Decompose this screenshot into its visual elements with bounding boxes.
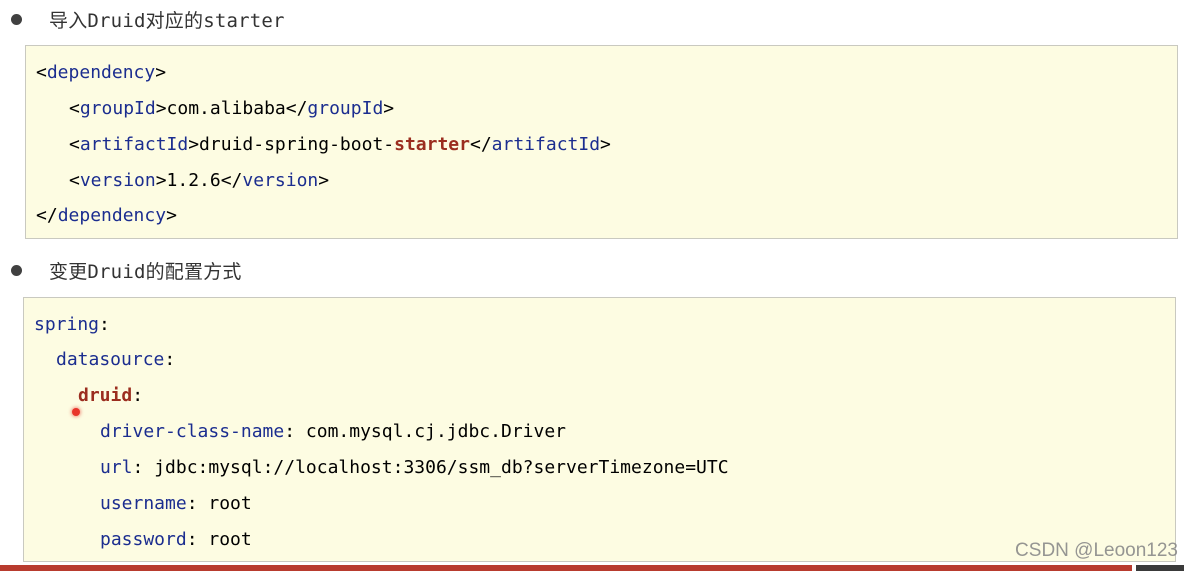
section-heading: 变更Druid的配置方式 xyxy=(49,260,242,283)
code-line: <artifactId>druid-spring-boot-starter</a… xyxy=(69,134,611,155)
code-line: password: root xyxy=(100,529,252,550)
code-block-yaml-config: spring: datasource: druid: driver-class-… xyxy=(23,297,1176,562)
watermark: CSDN @Leoon123 xyxy=(1015,540,1178,561)
code-line: url: jdbc:mysql://localhost:3306/ssm_db?… xyxy=(100,457,729,478)
code-line: datasource: xyxy=(56,349,176,370)
bottom-progress-bar xyxy=(0,565,1132,571)
code-line: <version>1.2.6</version> xyxy=(69,170,330,191)
code-line: <groupId>com.alibaba</groupId> xyxy=(69,98,395,119)
code-block-dependency: <dependency> <groupId>com.alibaba</group… xyxy=(25,45,1178,239)
code-line: driver-class-name: com.mysql.cj.jdbc.Dri… xyxy=(100,421,567,442)
code-line: <dependency> xyxy=(36,62,167,83)
pointer-dot-icon xyxy=(72,408,80,416)
bottom-bar-end xyxy=(1136,565,1184,571)
bullet-icon xyxy=(11,264,22,276)
bullet-item-change-config: 变更Druid的配置方式 xyxy=(0,255,242,285)
code-line: druid: xyxy=(78,385,144,406)
section-heading: 导入Druid对应的starter xyxy=(49,9,285,32)
bullet-item-import-starter: 导入Druid对应的starter xyxy=(0,4,285,34)
code-line: spring: xyxy=(34,314,110,335)
code-line: </dependency> xyxy=(36,205,177,226)
bullet-icon xyxy=(11,13,22,25)
code-line: username: root xyxy=(100,493,252,514)
